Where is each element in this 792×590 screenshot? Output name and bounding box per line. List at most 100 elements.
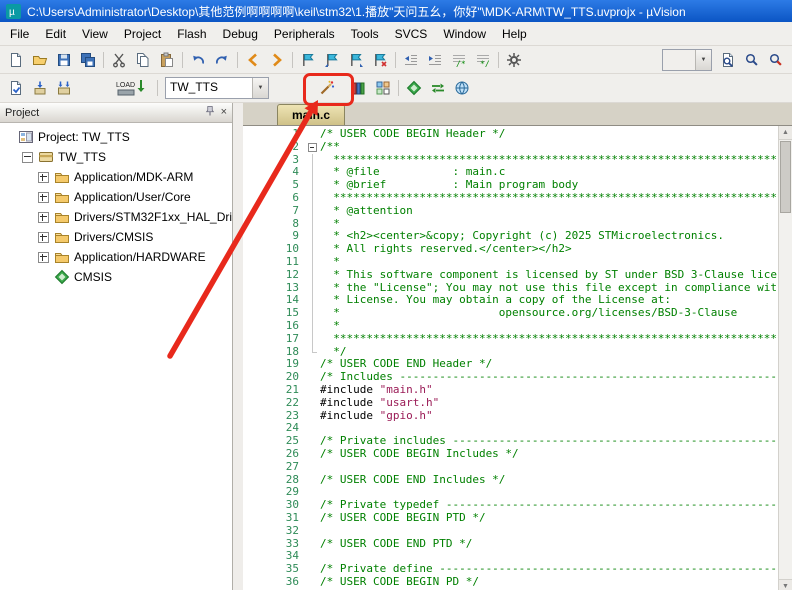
collapse-icon[interactable]: [22, 152, 33, 163]
menu-project[interactable]: Project: [116, 23, 169, 45]
fold-margin: [307, 576, 320, 589]
bookmark-prev-button[interactable]: [320, 49, 344, 71]
configure-icon: [506, 52, 522, 68]
tree-item-drivers-stm32f1xx-hal-driver[interactable]: Drivers/STM32F1xx_HAL_Driver: [0, 207, 232, 227]
undo-button[interactable]: [186, 49, 210, 71]
fold-margin: [307, 230, 320, 243]
fold-margin: [307, 218, 320, 231]
svg-text:*/: */: [480, 59, 490, 68]
tree-item-project-tw-tts[interactable]: Project: TW_TTS: [0, 127, 232, 147]
scroll-down-icon[interactable]: ▼: [779, 579, 792, 590]
panel-splitter[interactable]: [233, 103, 243, 590]
expand-icon[interactable]: [38, 172, 49, 183]
find-combo[interactable]: ▼: [662, 49, 712, 71]
fold-margin: [307, 384, 320, 397]
fold-collapse-icon[interactable]: [307, 141, 320, 154]
fold-margin: [307, 550, 320, 563]
paste-button[interactable]: [155, 49, 179, 71]
indent-less-icon: [403, 52, 419, 68]
comment-selection-button[interactable]: /*: [447, 49, 471, 71]
menu-bar: FileEditViewProjectFlashDebugPeripherals…: [0, 22, 792, 46]
expand-icon[interactable]: [38, 192, 49, 203]
line-number: 32: [243, 525, 307, 538]
load-button[interactable]: LOAD: [110, 77, 154, 99]
tab-main-c[interactable]: main.c: [277, 104, 345, 125]
expand-icon[interactable]: [38, 252, 49, 263]
code-text: /* USER CODE BEGIN Includes */: [320, 448, 519, 461]
target-icon: [38, 149, 54, 165]
fold-margin: [307, 448, 320, 461]
undo-icon: [190, 52, 206, 68]
help-search-button[interactable]: [764, 49, 788, 71]
chevron-down-icon[interactable]: ▼: [252, 78, 268, 98]
file-extensions-button[interactable]: [347, 77, 371, 99]
menu-view[interactable]: View: [74, 23, 116, 45]
options-for-target-button[interactable]: [315, 77, 339, 99]
target-select[interactable]: TW_TTS▼: [165, 77, 269, 99]
bookmark-clear-button[interactable]: [368, 49, 392, 71]
line-number: 30: [243, 499, 307, 512]
software-packs-button[interactable]: [450, 77, 474, 99]
menu-flash[interactable]: Flash: [169, 23, 214, 45]
tree-item-tw-tts[interactable]: TW_TTS: [0, 147, 232, 167]
chevron-down-icon[interactable]: ▼: [695, 50, 711, 70]
line-number: 22: [243, 397, 307, 410]
menu-peripherals[interactable]: Peripherals: [266, 23, 343, 45]
tree-item-application-mdk-arm[interactable]: Application/MDK-ARM: [0, 167, 232, 187]
nav-forward-button[interactable]: [265, 49, 289, 71]
rte-refresh-button[interactable]: [426, 77, 450, 99]
nav-back-button[interactable]: [241, 49, 265, 71]
menu-svcs[interactable]: SVCS: [387, 23, 436, 45]
fold-margin: [307, 243, 320, 256]
tree-item-application-user-core[interactable]: Application/User/Core: [0, 187, 232, 207]
copy-button[interactable]: [131, 49, 155, 71]
rebuild-button[interactable]: [52, 77, 76, 99]
indent-more-button[interactable]: [423, 49, 447, 71]
expand-icon[interactable]: [38, 212, 49, 223]
build-button[interactable]: [28, 77, 52, 99]
help-search-icon: [768, 52, 784, 68]
manage-rte-button[interactable]: [402, 77, 426, 99]
open-folder-button[interactable]: [28, 49, 52, 71]
manage-project-items-button[interactable]: [371, 77, 395, 99]
menu-window[interactable]: Window: [435, 23, 494, 45]
toolbar-separator: [157, 80, 158, 96]
translate-button[interactable]: [4, 77, 28, 99]
menu-debug[interactable]: Debug: [215, 23, 266, 45]
menu-edit[interactable]: Edit: [37, 23, 74, 45]
find-button[interactable]: [740, 49, 764, 71]
menu-tools[interactable]: Tools: [343, 23, 387, 45]
configure-button[interactable]: [502, 49, 526, 71]
code-area: 1/* USER CODE BEGIN Header */2/**3 *****…: [243, 126, 792, 590]
open-folder-icon: [32, 52, 48, 68]
menu-help[interactable]: Help: [494, 23, 535, 45]
indent-less-button[interactable]: [399, 49, 423, 71]
toolbar-separator: [398, 80, 399, 96]
bookmark-next-button[interactable]: [344, 49, 368, 71]
expand-icon[interactable]: [38, 232, 49, 243]
new-file-button[interactable]: [4, 49, 28, 71]
tree-item-cmsis[interactable]: CMSIS: [0, 267, 232, 287]
close-icon[interactable]: ×: [221, 107, 227, 118]
code-view[interactable]: 1/* USER CODE BEGIN Header */2/**3 *****…: [243, 126, 779, 590]
fold-margin: [307, 538, 320, 551]
manage-project-items-icon: [375, 80, 391, 96]
redo-button[interactable]: [210, 49, 234, 71]
line-number: 17: [243, 333, 307, 346]
scrollbar-thumb[interactable]: [780, 141, 791, 213]
pin-icon[interactable]: [204, 105, 216, 120]
menu-file[interactable]: File: [2, 23, 37, 45]
rebuild-icon: [56, 80, 72, 96]
rte-refresh-icon: [430, 80, 446, 96]
tree-item-drivers-cmsis[interactable]: Drivers/CMSIS: [0, 227, 232, 247]
bookmark-toggle-button[interactable]: [296, 49, 320, 71]
save-all-button[interactable]: [76, 49, 100, 71]
scroll-up-icon[interactable]: ▲: [779, 126, 792, 140]
find-in-files-button[interactable]: [716, 49, 740, 71]
uncomment-selection-button[interactable]: */: [471, 49, 495, 71]
cut-button[interactable]: [107, 49, 131, 71]
tree-item-application-hardware[interactable]: Application/HARDWARE: [0, 247, 232, 267]
editor-scrollbar[interactable]: ▲ ▼: [778, 126, 792, 590]
save-button[interactable]: [52, 49, 76, 71]
tree-item-label: Application/HARDWARE: [74, 250, 206, 264]
